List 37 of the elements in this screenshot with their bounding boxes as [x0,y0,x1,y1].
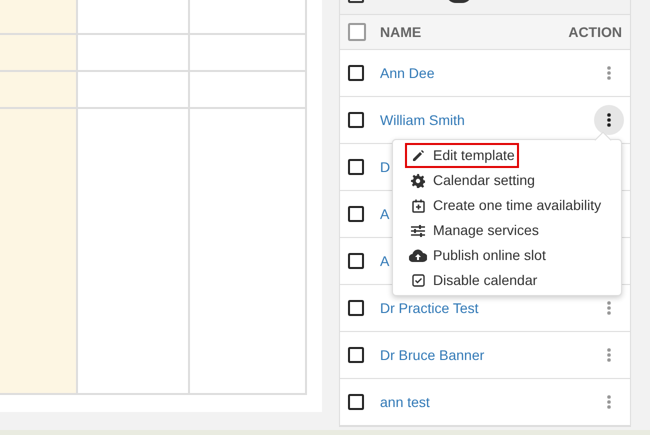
more-icon [607,301,611,315]
more-options-button[interactable] [594,105,624,135]
more-icon [607,66,611,80]
staff-name-link[interactable]: A [380,250,390,272]
row-checkbox[interactable] [348,347,364,363]
row-checkbox[interactable] [348,206,364,222]
menu-item[interactable]: Edit template [405,143,519,168]
select-all-checkbox[interactable] [348,23,366,41]
menu-item[interactable]: Create one time availability [405,193,606,218]
settings-icon [411,174,425,188]
row-checkbox[interactable] [348,253,364,269]
row-checkbox[interactable] [348,394,364,410]
menu-item[interactable]: Publish online slot [405,243,550,268]
sliders-icon [411,224,425,236]
staff-name-link[interactable]: Dr Practice Test [380,298,479,318]
row-checkbox[interactable] [348,300,364,316]
column-header: ACTION [568,22,622,42]
staff-name-link[interactable]: Dr Bruce Banner [380,344,484,366]
staff-name-link[interactable]: D [380,156,390,178]
menu-item[interactable]: Manage services [405,218,543,243]
more-icon [607,348,611,362]
row-checkbox[interactable] [348,112,364,128]
more-icon [607,395,611,409]
staff-name-link[interactable]: ann test [380,392,430,412]
pencil-icon [411,148,425,162]
column-header: NAME [380,22,422,42]
staff-name-link[interactable]: Ann Dee [380,62,434,84]
menu-item[interactable]: Calendar setting [405,168,539,193]
checkbox-icon [412,274,424,287]
row-checkbox[interactable] [348,65,364,81]
staff-name-link[interactable]: A [380,204,390,224]
row-checkbox[interactable] [348,159,364,175]
menu-item[interactable]: Disable calendar [405,268,542,293]
calendar-plus-icon [412,198,424,212]
more-icon [607,113,611,127]
cloud-upload-icon [409,249,427,262]
staff-name-link[interactable]: William Smith [380,110,465,130]
